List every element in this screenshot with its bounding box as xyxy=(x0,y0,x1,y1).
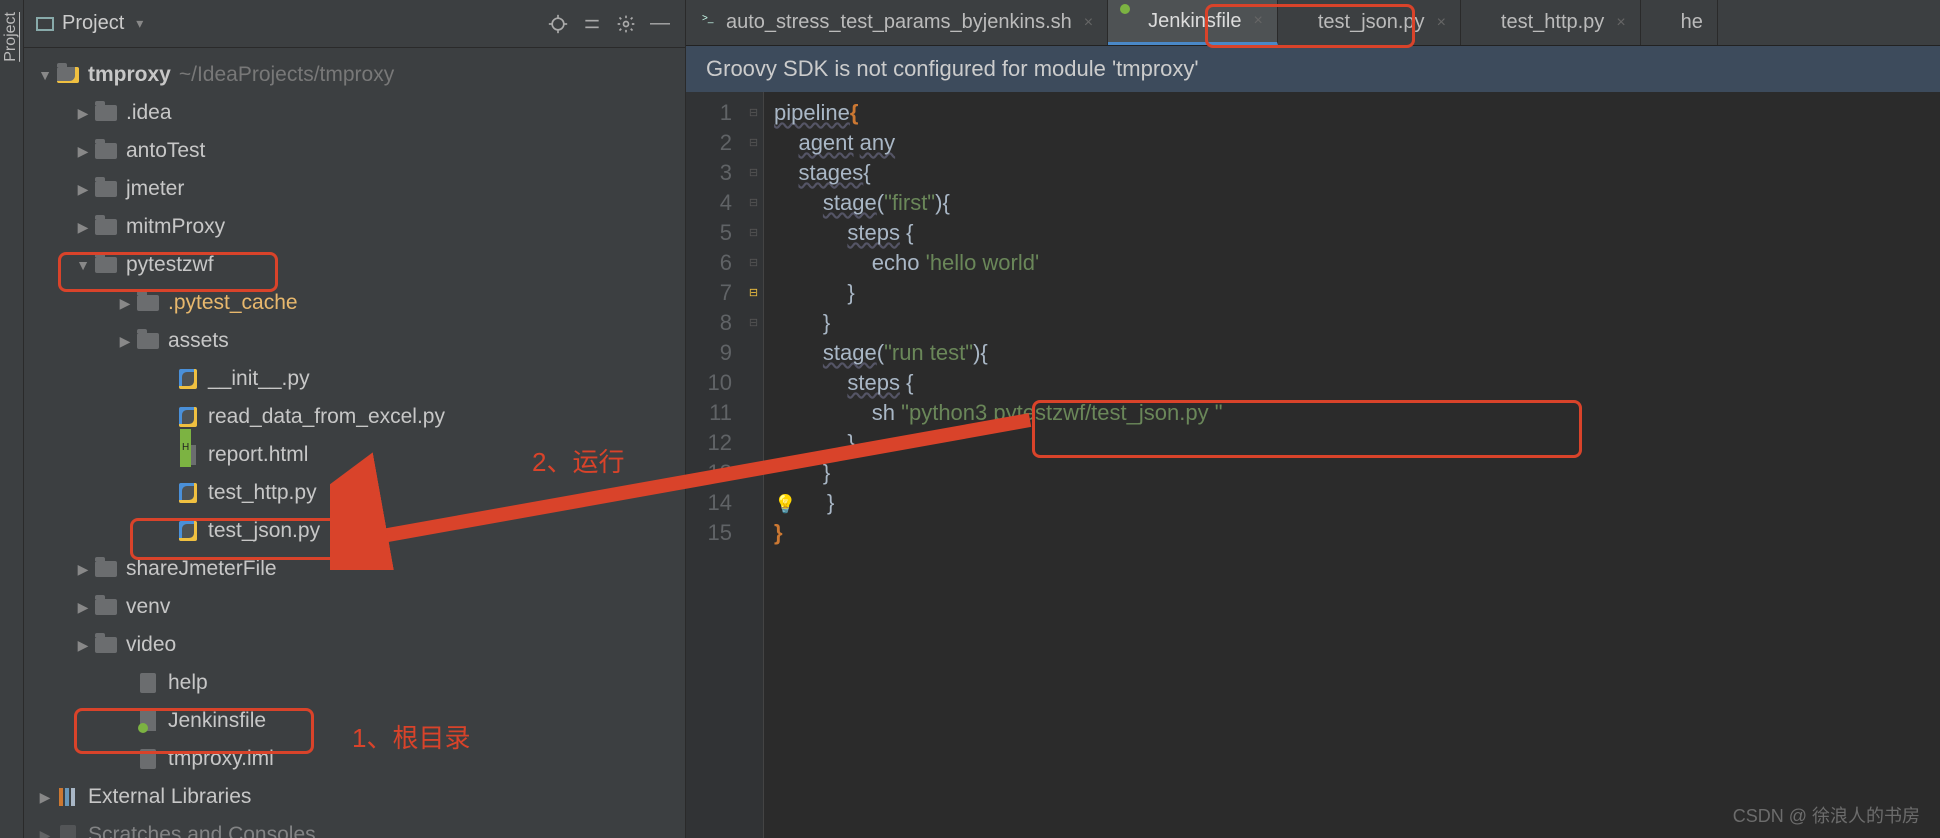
tree-folder-video[interactable]: video xyxy=(24,626,685,664)
tree-root[interactable]: tmproxy ~/IdeaProjects/tmproxy xyxy=(24,56,685,94)
tree-file-test-json[interactable]: test_json.py xyxy=(24,512,685,550)
project-panel-header: Project ▾ — xyxy=(24,0,685,48)
code-content[interactable]: pipeline{ agent any stages{ stage("first… xyxy=(764,92,1940,838)
chevron-down-icon[interactable]: ▾ xyxy=(136,15,143,32)
folder-icon xyxy=(95,181,117,197)
tree-scratches[interactable]: Scratches and Consoles xyxy=(24,816,685,838)
tab-jenkinsfile[interactable]: Jenkinsfile× xyxy=(1108,0,1278,45)
folder-icon xyxy=(95,105,117,121)
tab-he[interactable]: he xyxy=(1641,0,1718,45)
line-gutter: 123456789101112131415 xyxy=(686,92,744,838)
python-file-icon xyxy=(179,483,197,503)
tab-auto-stress[interactable]: auto_stress_test_params_byjenkins.sh× xyxy=(686,0,1108,45)
tree-file-read-data[interactable]: read_data_from_excel.py xyxy=(24,398,685,436)
tree-folder-antotest[interactable]: antoTest xyxy=(24,132,685,170)
python-file-icon xyxy=(179,407,197,427)
tree-file-test-http[interactable]: test_http.py xyxy=(24,474,685,512)
tool-window-rail[interactable]: Project xyxy=(0,0,24,838)
tree-folder-jmeter[interactable]: jmeter xyxy=(24,170,685,208)
code-editor[interactable]: 123456789101112131415 ⊟⊟⊟⊟⊟⊟⊟⊟ pipeline{… xyxy=(686,92,1940,838)
python-file-icon xyxy=(179,521,197,541)
annotation-text-root: 1、根目录 xyxy=(352,718,470,755)
close-icon[interactable]: × xyxy=(1253,12,1262,30)
folder-icon xyxy=(137,333,159,349)
project-view-icon xyxy=(36,17,54,31)
tree-folder-venv[interactable]: venv xyxy=(24,588,685,626)
intention-bulb-icon[interactable]: 💡 xyxy=(774,494,796,514)
close-icon[interactable]: × xyxy=(1616,14,1625,32)
locate-icon[interactable] xyxy=(545,11,571,37)
folder-icon xyxy=(95,257,117,273)
project-root-icon xyxy=(57,67,79,83)
rail-label-project[interactable]: Project xyxy=(0,0,22,74)
tree-folder-pytestzwf[interactable]: pytestzwf xyxy=(24,246,685,284)
folder-icon xyxy=(137,295,159,311)
editor-tabs: auto_stress_test_params_byjenkins.sh× Je… xyxy=(686,0,1940,46)
tree-folder-sharejmeter[interactable]: shareJmeterFile xyxy=(24,550,685,588)
root-name: tmproxy xyxy=(88,56,171,94)
tree-folder-idea[interactable]: .idea xyxy=(24,94,685,132)
project-panel: Project ▾ — tmproxy ~/IdeaProjects/tmpro… xyxy=(24,0,686,838)
html-file-icon xyxy=(180,445,196,465)
project-view-title[interactable]: Project xyxy=(62,12,124,35)
tree-file-help[interactable]: help xyxy=(24,664,685,702)
gear-icon[interactable] xyxy=(613,11,639,37)
collapse-all-icon[interactable] xyxy=(579,11,605,37)
hide-icon[interactable]: — xyxy=(647,11,673,37)
fold-column[interactable]: ⊟⊟⊟⊟⊟⊟⊟⊟ xyxy=(744,92,764,838)
folder-icon xyxy=(95,599,117,615)
annotation-text-run: 2、运行 xyxy=(532,442,624,479)
jenkins-file-icon xyxy=(140,711,156,731)
sdk-warning-banner[interactable]: Groovy SDK is not configured for module … xyxy=(686,46,1940,92)
tab-test-json[interactable]: test_json.py× xyxy=(1278,0,1461,45)
tree-folder-assets[interactable]: assets xyxy=(24,322,685,360)
python-file-icon xyxy=(179,369,197,389)
folder-icon xyxy=(95,143,117,159)
tree-folder-pytest-cache[interactable]: .pytest_cache xyxy=(24,284,685,322)
library-icon xyxy=(59,788,77,806)
folder-icon xyxy=(95,561,117,577)
root-path: ~/IdeaProjects/tmproxy xyxy=(179,56,394,94)
file-icon xyxy=(140,673,156,693)
file-icon xyxy=(140,749,156,769)
folder-icon xyxy=(60,825,76,838)
folder-icon xyxy=(95,219,117,235)
close-icon[interactable]: × xyxy=(1437,14,1446,32)
tree-folder-mitmproxy[interactable]: mitmProxy xyxy=(24,208,685,246)
folder-icon xyxy=(95,637,117,653)
close-icon[interactable]: × xyxy=(1084,14,1093,32)
tree-external-libraries[interactable]: External Libraries xyxy=(24,778,685,816)
tree-file-init[interactable]: __init__.py xyxy=(24,360,685,398)
tab-test-http[interactable]: test_http.py× xyxy=(1461,0,1641,45)
watermark-text: CSDN @ 徐浪人的书房 xyxy=(1733,802,1920,828)
editor-area: auto_stress_test_params_byjenkins.sh× Je… xyxy=(686,0,1940,838)
